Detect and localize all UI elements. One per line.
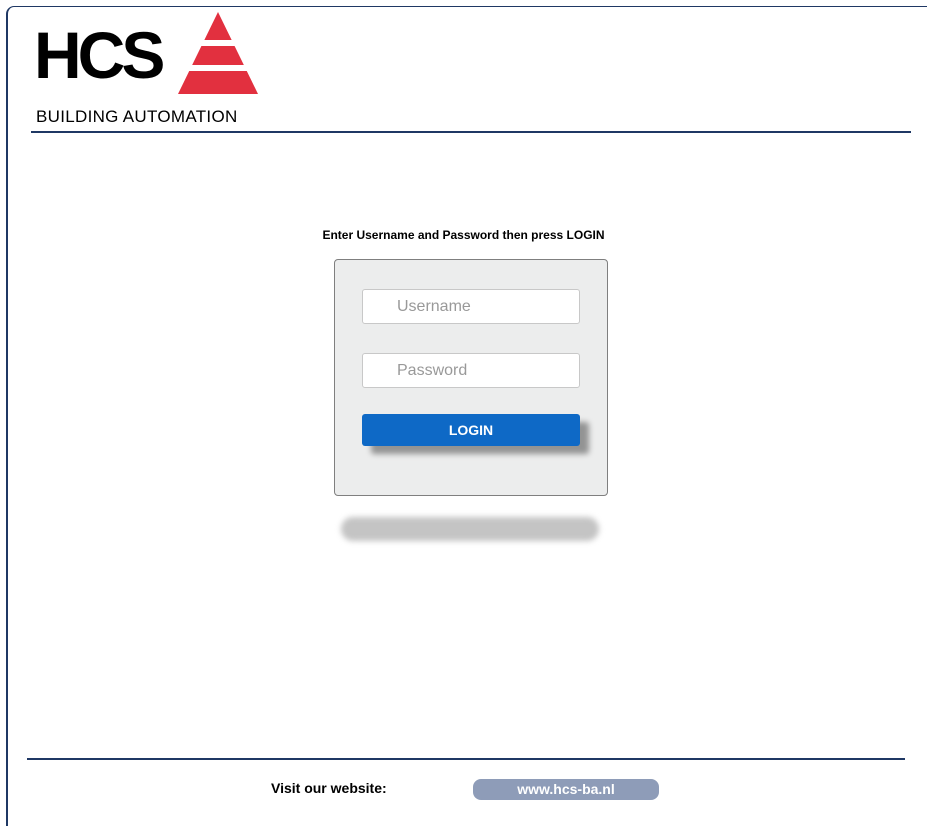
- login-panel: LOGIN: [334, 259, 608, 496]
- login-instructions: Enter Username and Password then press L…: [322, 228, 605, 242]
- login-button[interactable]: LOGIN: [362, 414, 580, 446]
- footer-divider: [27, 758, 905, 760]
- username-input[interactable]: [362, 289, 580, 324]
- login-message-area: [341, 517, 599, 541]
- hcs-logo: HCS BUILDING AUTOMATION: [34, 12, 264, 126]
- logo-wordmark: HCS: [34, 18, 165, 92]
- footer-visit-label: Visit our website:: [271, 780, 387, 796]
- password-input[interactable]: [362, 353, 580, 388]
- header-divider: [31, 131, 911, 133]
- logo-triangle-icon: [178, 12, 258, 94]
- website-link[interactable]: www.hcs-ba.nl: [473, 779, 659, 800]
- logo-subtitle: BUILDING AUTOMATION: [36, 107, 238, 126]
